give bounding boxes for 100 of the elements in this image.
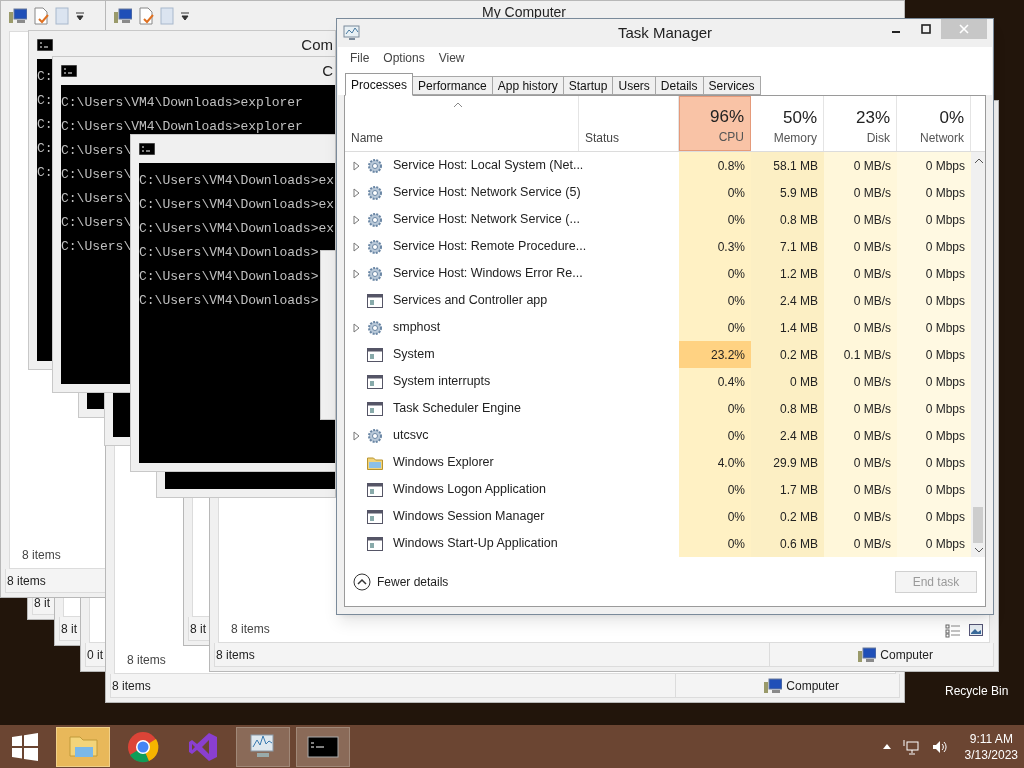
process-name: Service Host: Network Service (5) xyxy=(393,184,581,202)
usage-cell: 1.4 MB xyxy=(751,314,824,341)
usage-cell: 0 Mbps xyxy=(897,341,971,368)
usage-cell: 0.4% xyxy=(679,368,751,395)
desktop-icon-label[interactable]: Recycle Bin xyxy=(945,682,1009,700)
usage-cell: 0.3% xyxy=(679,233,751,260)
item-count: 8 items xyxy=(22,547,61,564)
clock-time[interactable]: 9:11 AM xyxy=(969,730,1013,747)
console-line: C: xyxy=(37,68,53,86)
menu-item[interactable]: View xyxy=(438,49,465,67)
process-name: Service Host: Local System (Net... xyxy=(393,157,584,175)
usage-cell: 0 Mbps xyxy=(897,422,971,449)
usage-cell: 0% xyxy=(679,422,751,449)
column-label: CPU xyxy=(718,129,744,146)
item-count: 8 items xyxy=(6,572,46,590)
process-name: Services and Controller app xyxy=(393,292,548,310)
usage-cell: 2.4 MB xyxy=(751,422,824,449)
usage-percent: 96% xyxy=(709,106,744,128)
usage-cell: 0% xyxy=(679,287,751,314)
tab[interactable]: Startup xyxy=(563,76,614,95)
usage-cell: 0.8 MB xyxy=(751,206,824,233)
console-line: C:\Users\VM4\Downloads> xyxy=(139,268,319,286)
usage-cell: 0 MB/s xyxy=(824,206,897,233)
usage-cell: 0 MB/s xyxy=(824,260,897,287)
usage-cell: 0 MB/s xyxy=(824,179,897,206)
column-header[interactable]: Status xyxy=(585,129,620,147)
usage-cell: 0 Mbps xyxy=(897,206,971,233)
console-line: C:\Users\VM4\Downloads>ex xyxy=(139,220,335,238)
tab[interactable]: Processes xyxy=(345,73,414,96)
usage-cell: 0% xyxy=(679,206,751,233)
usage-cell: 0 Mbps xyxy=(897,233,971,260)
item-count: 8 items xyxy=(215,646,255,664)
usage-cell: 0 Mbps xyxy=(897,503,971,530)
usage-cell: 2.4 MB xyxy=(751,287,824,314)
usage-cell: 0% xyxy=(679,395,751,422)
location-label: Computer xyxy=(786,677,839,695)
console-line: C:\Users\ xyxy=(61,166,132,184)
usage-cell: 0% xyxy=(679,503,751,530)
usage-cell: 0% xyxy=(679,314,751,341)
usage-cell: 1.7 MB xyxy=(751,476,824,503)
tab[interactable]: Services xyxy=(703,76,761,95)
console-line: C:\Users\ xyxy=(61,238,132,256)
usage-cell: 0% xyxy=(679,476,751,503)
usage-cell: 0 MB/s xyxy=(824,314,897,341)
usage-percent: 50% xyxy=(782,107,817,129)
usage-cell: 0 Mbps xyxy=(897,152,971,179)
process-name: Windows Logon Application xyxy=(393,481,546,499)
usage-cell: 0 MB/s xyxy=(824,395,897,422)
usage-cell: 0 Mbps xyxy=(897,476,971,503)
process-name: Service Host: Remote Procedure... xyxy=(393,238,587,256)
usage-cell: 0 MB/s xyxy=(824,287,897,314)
console-line: C: xyxy=(37,164,53,182)
process-name: Windows Explorer xyxy=(393,454,494,472)
usage-cell: 0 Mbps xyxy=(897,395,971,422)
process-name: Service Host: Network Service (... xyxy=(393,211,580,229)
item-count: 8 it xyxy=(33,594,50,612)
menu-item[interactable]: File xyxy=(350,49,370,67)
usage-cell: 0% xyxy=(679,179,751,206)
console-line: C:\Users\ xyxy=(61,142,132,160)
usage-cell: 7.1 MB xyxy=(751,233,824,260)
clock-date[interactable]: 3/13/2023 xyxy=(964,746,1018,763)
column-label: Disk xyxy=(866,130,890,147)
column-label: Memory xyxy=(773,130,817,147)
console-line: C:\Users\VM4\Downloads>ex xyxy=(139,172,335,190)
fewer-details-button[interactable]: Fewer details xyxy=(353,572,449,591)
usage-cell: 4.0% xyxy=(679,449,751,476)
usage-cell: 0 Mbps xyxy=(897,260,971,287)
usage-cell: 0.6 MB xyxy=(751,530,824,557)
console-line: C: xyxy=(37,140,53,158)
usage-cell: 29.9 MB xyxy=(751,449,824,476)
column-header[interactable]: 96% CPU xyxy=(679,96,751,151)
usage-cell: 0.8% xyxy=(679,152,751,179)
location-label: Computer xyxy=(880,646,933,664)
process-name: Windows Start-Up Application xyxy=(393,535,558,553)
usage-cell: 0.1 MB/s xyxy=(824,341,897,368)
tab[interactable]: App history xyxy=(492,76,564,95)
console-line: C:\Users\VM4\Downloads>explorer xyxy=(61,94,303,112)
usage-cell: 0 Mbps xyxy=(897,530,971,557)
usage-cell: 0 MB/s xyxy=(824,476,897,503)
process-name: System xyxy=(393,346,435,364)
usage-cell: 0 Mbps xyxy=(897,287,971,314)
item-count: 8 items xyxy=(127,652,166,669)
usage-cell: 0.2 MB xyxy=(751,503,824,530)
usage-cell: 0 MB/s xyxy=(824,449,897,476)
menu-item[interactable]: Options xyxy=(383,49,425,67)
tab[interactable]: Users xyxy=(613,76,656,95)
console-line: C:\Users\VM4\Downloads> xyxy=(139,292,319,310)
window-title: My Computer xyxy=(482,3,567,22)
tab[interactable]: Performance xyxy=(413,76,493,95)
usage-cell: 0 Mbps xyxy=(897,449,971,476)
window-title: Com xyxy=(301,34,333,55)
console-line: C:\Users\VM4\Downloads> xyxy=(139,244,319,262)
window-title: Task Manager xyxy=(617,22,713,43)
usage-cell: 0 Mbps xyxy=(897,179,971,206)
usage-cell: 0 Mbps xyxy=(897,368,971,395)
tab[interactable]: Details xyxy=(655,76,704,95)
item-count: 8 items xyxy=(231,621,270,638)
column-label: Network xyxy=(920,130,964,147)
console-line: C:\Users\VM4\Downloads>explorer xyxy=(61,118,303,136)
column-header[interactable]: Name xyxy=(351,129,383,147)
